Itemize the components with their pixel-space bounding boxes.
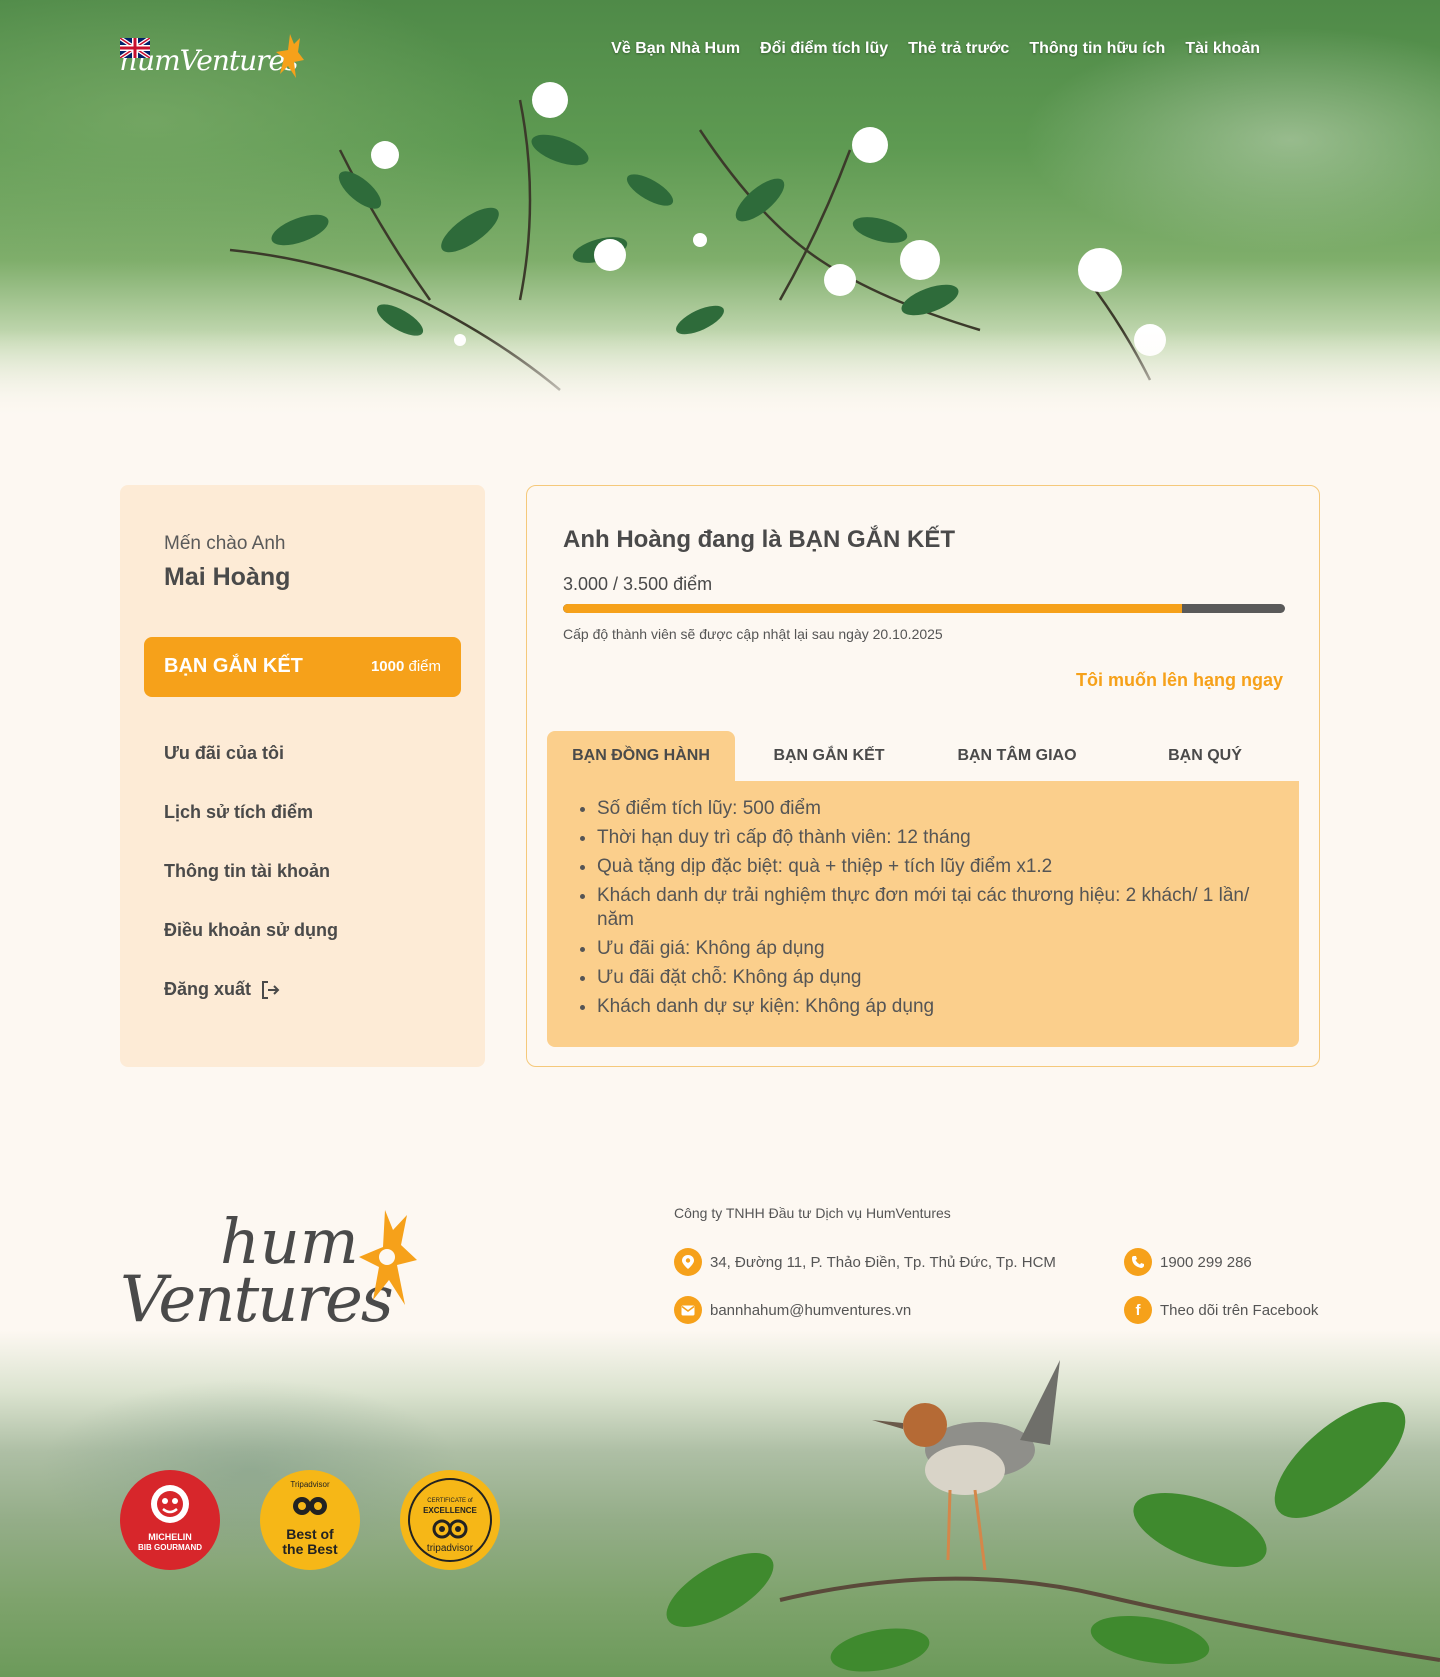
flag-uk-icon[interactable] [120, 38, 150, 58]
tier-tabs: BẠN ĐỒNG HÀNH BẠN GẮN KẾT BẠN TÂM GIAO B… [547, 731, 1299, 781]
nav-doi-diem[interactable]: Đổi điểm tích lũy [760, 40, 888, 58]
benefit-item: Số điểm tích lũy: 500 điểm [597, 797, 1263, 821]
footer-logo-figure-icon [359, 1210, 417, 1305]
benefit-item: Thời hạn duy trì cấp độ thành viên: 12 t… [597, 826, 1263, 850]
menu-uu-dai[interactable]: Ưu đãi của tôi [164, 743, 338, 802]
email-item[interactable]: bannhahum@humventures.vn [674, 1296, 911, 1324]
tier-update-note: Cấp độ thành viên sẽ được cập nhật lại s… [563, 626, 943, 642]
benefit-item: Khách danh dự trải nghiệm thực đơn mới t… [597, 884, 1263, 932]
tier-benefits: Số điểm tích lũy: 500 điểm Thời hạn duy … [547, 781, 1299, 1047]
tripadvisor-certificate-badge: CERTIFICATE of EXCELLENCE tripadvisor [400, 1470, 500, 1570]
tripadvisor-best-badge: Tripadvisor Best of the Best [260, 1470, 360, 1570]
phone-icon [1124, 1248, 1152, 1276]
membership-panel: Anh Hoàng đang là BẠN GẮN KẾT 3.000 / 3.… [526, 485, 1320, 1067]
benefit-item: Ưu đãi giá: Không áp dụng [597, 937, 1263, 961]
best-badge-line1: Best of [286, 1526, 334, 1542]
facebook-item[interactable]: f Theo dõi trên Facebook [1124, 1296, 1318, 1324]
cert-line1: CERTIFICATE of [427, 1498, 473, 1504]
michelin-badge: MICHELIN BIB GOURMAND [120, 1470, 220, 1570]
michelin-line2: BIB GOURMAND [138, 1543, 202, 1552]
tab-ban-tam-giao[interactable]: BẠN TÂM GIAO [923, 731, 1111, 781]
greeting: Mến chào Anh [164, 533, 286, 554]
hero-banner: humVentures Về Bạn Nhà Hum Đổi điểm tích… [0, 0, 1440, 420]
benefit-item: Quà tặng dịp đặc biệt: quà + thiệp + tíc… [597, 855, 1263, 879]
points-progress-bar [563, 604, 1285, 613]
nav-tai-khoan[interactable]: Tài khoản [1185, 40, 1260, 58]
member-status-title: Anh Hoàng đang là BẠN GẮN KẾT [563, 526, 955, 553]
facebook-text: Theo dõi trên Facebook [1160, 1301, 1319, 1319]
tab-ban-gan-ket[interactable]: BẠN GẮN KẾT [735, 731, 923, 781]
benefit-item: Khách danh dự sự kiện: Không áp dụng [597, 995, 1263, 1019]
email-text: bannhahum@humventures.vn [710, 1301, 912, 1319]
nav-the-tra-truoc[interactable]: Thẻ trả trước [908, 40, 1009, 58]
account-sidebar: Mến chào Anh Mai Hoàng BẠN GẮN KẾT 1000 … [120, 485, 485, 1067]
address-item: 34, Đường 11, P. Thảo Điền, Tp. Thủ Đức,… [674, 1248, 1056, 1276]
nav-ve-ban-nha-hum[interactable]: Về Bạn Nhà Hum [611, 40, 740, 58]
logo-figure-icon [276, 34, 304, 78]
menu-dieu-khoan[interactable]: Điều khoản sử dụng [164, 920, 338, 979]
cert-brand: tripadvisor [426, 1543, 474, 1554]
company-name: Công ty TNHH Đầu tư Dịch vụ HumVentures [674, 1205, 951, 1221]
best-badge-top: Tripadvisor [290, 1480, 330, 1489]
facebook-icon: f [1124, 1296, 1152, 1324]
owl-icon [432, 1519, 468, 1539]
tier-points: 1000 điểm [370, 658, 441, 675]
user-name: Mai Hoàng [164, 563, 291, 591]
mail-icon [674, 1296, 702, 1324]
menu-lich-su[interactable]: Lịch sử tích điểm [164, 802, 338, 861]
logout-button[interactable]: Đăng xuất [164, 979, 338, 1038]
nav-thong-tin[interactable]: Thông tin hữu ích [1029, 40, 1165, 58]
map-pin-icon [674, 1248, 702, 1276]
phone-item[interactable]: 1900 299 286 [1124, 1248, 1252, 1276]
logout-icon [262, 981, 280, 999]
sidebar-menu: Ưu đãi của tôi Lịch sử tích điểm Thông t… [164, 743, 338, 1038]
member-tier-button[interactable]: BẠN GẮN KẾT 1000 điểm [144, 637, 461, 697]
benefit-item: Ưu đãi đặt chỗ: Không áp dụng [597, 966, 1263, 990]
best-badge-line2: the Best [282, 1541, 338, 1557]
michelin-bibendum-icon [151, 1485, 189, 1523]
points-progress-text: 3.000 / 3.500 điểm [563, 574, 713, 594]
menu-thong-tin-tai-khoan[interactable]: Thông tin tài khoản [164, 861, 338, 920]
top-nav: humVentures Về Bạn Nhà Hum Đổi điểm tích… [120, 34, 1320, 78]
footer-logo[interactable]: hum Ventures [120, 1205, 430, 1355]
progress-fill [563, 604, 1182, 613]
michelin-line1: MICHELIN [148, 1532, 192, 1542]
upgrade-tier-link[interactable]: Tôi muốn lên hạng ngay [1076, 670, 1283, 691]
phone-text: 1900 299 286 [1160, 1253, 1252, 1271]
owl-icon [293, 1497, 327, 1515]
logout-label: Đăng xuất [164, 979, 252, 999]
tab-ban-quy[interactable]: BẠN QUÝ [1111, 731, 1299, 781]
cert-line2: EXCELLENCE [423, 1506, 477, 1515]
tier-label: BẠN GẮN KẾT [164, 655, 303, 677]
address-text: 34, Đường 11, P. Thảo Điền, Tp. Thủ Đức,… [710, 1253, 1056, 1271]
tab-ban-dong-hanh[interactable]: BẠN ĐỒNG HÀNH [547, 731, 735, 781]
